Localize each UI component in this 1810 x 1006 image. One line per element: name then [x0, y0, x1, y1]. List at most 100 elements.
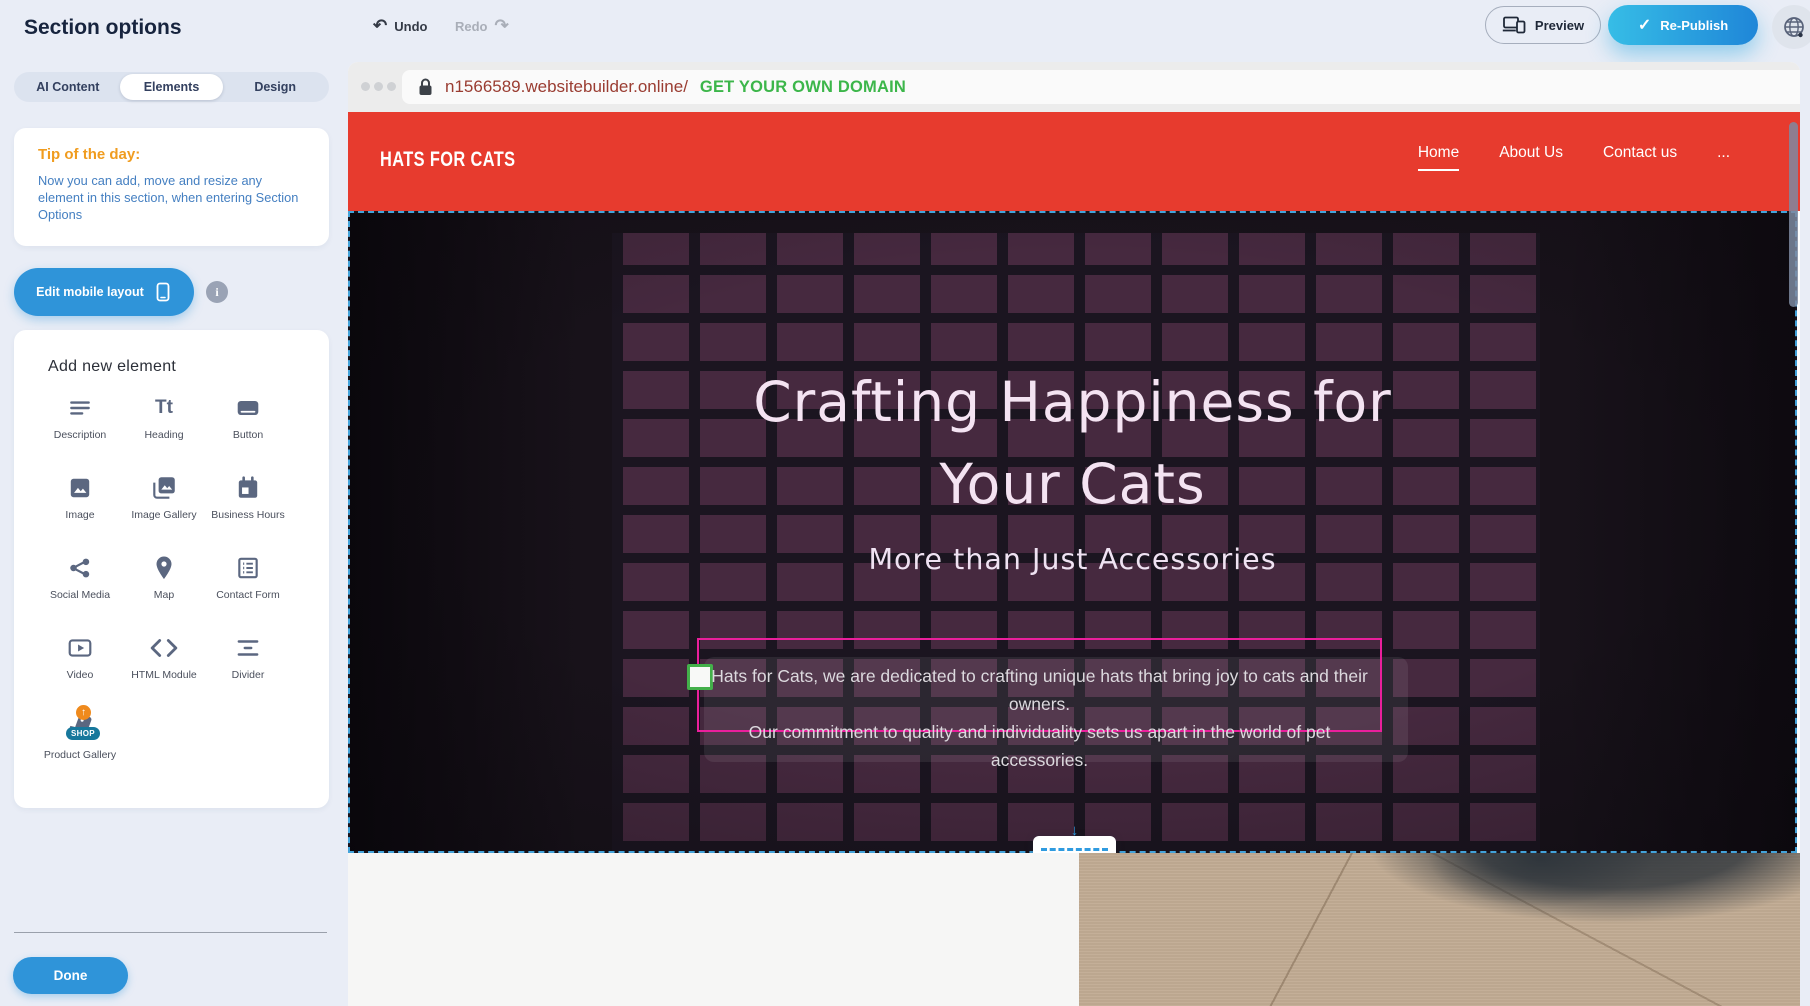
- element-label: Heading: [144, 429, 183, 442]
- site-header: HATS FOR CATS Home About Us Contact us .…: [348, 112, 1800, 211]
- arrow-down-icon: ↓: [1071, 825, 1079, 837]
- lock-icon: [418, 78, 433, 96]
- element-label: Divider: [232, 669, 265, 682]
- nav-home[interactable]: Home: [1418, 144, 1459, 171]
- panel-divider: [14, 932, 327, 933]
- tab-design[interactable]: Design: [223, 74, 327, 100]
- scrollbar-thumb[interactable]: [1789, 122, 1798, 307]
- tab-elements[interactable]: Elements: [120, 74, 224, 100]
- add-element-description[interactable]: Description: [38, 392, 122, 472]
- element-label: Map: [154, 589, 174, 602]
- image-icon: [67, 472, 93, 504]
- hero-heading-line1: Crafting Happiness for: [350, 361, 1795, 443]
- description-element-selected[interactable]: Hats for Cats, we are dedicated to craft…: [697, 638, 1382, 732]
- site-nav: Home About Us Contact us ...: [1418, 144, 1730, 171]
- tip-body: Now you can add, move and resize any ele…: [38, 172, 306, 223]
- add-element-product-gallery[interactable]: ↑ SHOP Product Gallery: [38, 712, 122, 792]
- tip-heading: Tip of the day:: [38, 146, 140, 163]
- element-label: Video: [67, 669, 94, 682]
- contact-form-icon: [235, 552, 261, 584]
- tab-ai-content[interactable]: AI Content: [16, 74, 120, 100]
- element-label: HTML Module: [131, 669, 197, 682]
- info-icon[interactable]: i: [206, 281, 228, 303]
- shop-badge: SHOP: [66, 727, 100, 740]
- element-grid: Description Tt Heading Button Image: [38, 392, 290, 792]
- add-element-contact-form[interactable]: Contact Form: [206, 552, 290, 632]
- add-element-map[interactable]: Map: [122, 552, 206, 632]
- add-element-html-module[interactable]: HTML Module: [122, 632, 206, 712]
- undo-label: Undo: [394, 19, 427, 34]
- redo-label: Redo: [455, 19, 488, 34]
- site-canvas: n1566589.websitebuilder.online/ GET YOUR…: [348, 62, 1800, 1006]
- globe-icon[interactable]: [1772, 5, 1810, 49]
- add-element-video[interactable]: Video: [38, 632, 122, 712]
- element-label: Business Hours: [211, 509, 285, 522]
- hero-heading[interactable]: Crafting Happiness for Your Cats: [350, 361, 1795, 525]
- edit-mobile-layout-button[interactable]: Edit mobile layout: [14, 268, 194, 316]
- add-element-social-media[interactable]: Social Media: [38, 552, 122, 632]
- get-domain-link[interactable]: GET YOUR OWN DOMAIN: [700, 78, 906, 97]
- description-line1: Hats for Cats, we are dedicated to craft…: [709, 662, 1370, 718]
- phone-icon: [154, 282, 172, 302]
- preview-label: Preview: [1535, 18, 1584, 33]
- add-element-business-hours[interactable]: Business Hours: [206, 472, 290, 552]
- add-element-image[interactable]: Image: [38, 472, 122, 552]
- element-label: Image: [65, 509, 94, 522]
- element-label: Product Gallery: [44, 749, 116, 762]
- description-line2: Our commitment to quality and individual…: [709, 718, 1370, 774]
- divider-icon: [235, 632, 261, 664]
- browser-dot-icon: [361, 82, 370, 91]
- browser-chrome: n1566589.websitebuilder.online/ GET YOUR…: [348, 62, 1800, 112]
- panel-tabs: AI Content Elements Design: [14, 72, 329, 102]
- element-label: Description: [54, 429, 107, 442]
- address-bar: n1566589.websitebuilder.online/ GET YOUR…: [402, 70, 1800, 104]
- nav-contact-us[interactable]: Contact us: [1603, 144, 1677, 171]
- redo-button[interactable]: Redo ↷: [455, 17, 509, 35]
- hero-subheading[interactable]: More than Just Accessories: [350, 543, 1795, 576]
- add-element-image-gallery[interactable]: Image Gallery: [122, 472, 206, 552]
- nav-about-us[interactable]: About Us: [1499, 144, 1563, 171]
- add-element-divider[interactable]: Divider: [206, 632, 290, 712]
- browser-dot-icon: [387, 82, 396, 91]
- edit-mobile-layout-label: Edit mobile layout: [36, 285, 144, 299]
- description-icon: [67, 392, 93, 424]
- browser-dot-icon: [374, 82, 383, 91]
- undo-button[interactable]: ↶ Undo: [373, 17, 427, 35]
- element-label: Button: [233, 429, 263, 442]
- heading-icon: Tt: [155, 392, 173, 424]
- page-title: Section options: [24, 16, 182, 40]
- resize-dashed-line: [1041, 848, 1108, 851]
- add-element-button[interactable]: Button: [206, 392, 290, 472]
- image-gallery-icon: [150, 472, 178, 504]
- product-gallery-icon: ↑ SHOP: [58, 712, 102, 744]
- hero-section-selected[interactable]: Crafting Happiness for Your Cats More th…: [348, 211, 1797, 853]
- button-icon: [234, 392, 262, 424]
- element-label: Social Media: [50, 589, 110, 602]
- social-media-icon: [67, 552, 93, 584]
- hero-heading-line2: Your Cats: [350, 443, 1795, 525]
- html-module-icon: [150, 632, 178, 664]
- redo-icon: ↷: [495, 17, 509, 35]
- element-label: Image Gallery: [131, 509, 196, 522]
- element-label: Contact Form: [216, 589, 280, 602]
- republish-button[interactable]: ✓ Re-Publish: [1608, 5, 1758, 45]
- upgrade-badge-icon: ↑: [76, 705, 91, 720]
- add-element-heading[interactable]: Tt Heading: [122, 392, 206, 472]
- site-logo[interactable]: HATS FOR CATS: [380, 148, 516, 172]
- next-section-photo: [1079, 853, 1800, 1006]
- description-text: Hats for Cats, we are dedicated to craft…: [709, 662, 1370, 774]
- add-element-card: Add new element Description Tt Heading B…: [14, 330, 329, 808]
- add-element-title: Add new element: [48, 358, 176, 376]
- done-button[interactable]: Done: [13, 957, 128, 994]
- undo-icon: ↶: [373, 17, 387, 35]
- republish-label: Re-Publish: [1660, 18, 1728, 33]
- site-url[interactable]: n1566589.websitebuilder.online/: [445, 77, 688, 97]
- editor-window: Section options AI Content Elements Desi…: [0, 0, 1810, 1006]
- next-section-background: [348, 853, 1079, 1006]
- map-icon: [152, 552, 176, 584]
- video-icon: [66, 632, 94, 664]
- check-icon: ✓: [1638, 15, 1651, 35]
- business-hours-icon: [235, 472, 261, 504]
- nav-more[interactable]: ...: [1717, 144, 1730, 171]
- preview-button[interactable]: Preview: [1485, 6, 1601, 44]
